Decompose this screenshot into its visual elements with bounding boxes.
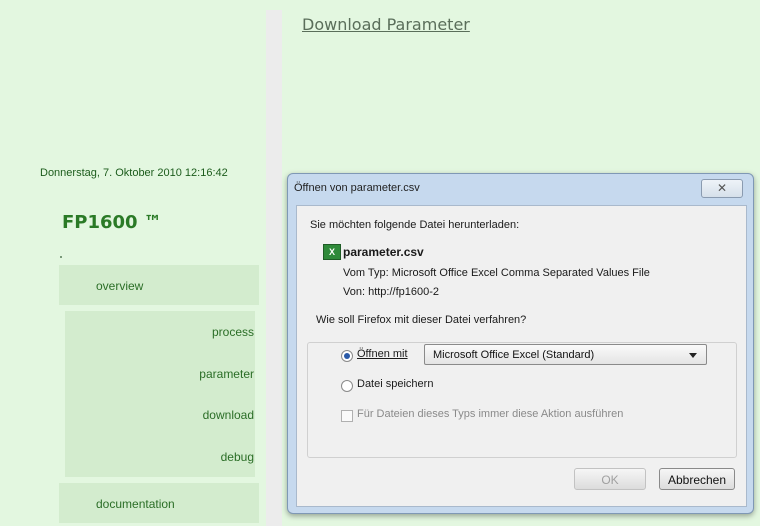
nav-item-parameter[interactable]: parameter [199, 367, 254, 381]
file-name: parameter.csv [343, 245, 424, 259]
file-source: Von: http://fp1600-2 [343, 286, 440, 298]
panel-divider [266, 10, 282, 526]
open-with-value: Microsoft Office Excel (Standard) [433, 349, 595, 361]
always-action-label[interactable]: Für Dateien dieses Typs immer diese Akti… [357, 408, 623, 420]
nav-item-download[interactable]: download [203, 408, 254, 422]
chevron-down-icon [689, 353, 697, 358]
nav-item-process[interactable]: process [212, 325, 254, 339]
nav-item-documentation[interactable]: documentation [96, 497, 175, 511]
dialog-title: Öffnen von parameter.csv [294, 182, 420, 194]
excel-file-icon: X [323, 244, 341, 260]
always-action-checkbox[interactable] [341, 410, 353, 422]
dialog-body: Sie möchten folgende Datei herunterladen… [296, 205, 747, 507]
download-parameter-link[interactable]: Download Parameter [302, 15, 470, 34]
download-dialog: Öffnen von parameter.csv ✕ Sie möchten f… [287, 173, 754, 514]
ok-button[interactable]: OK [574, 468, 646, 490]
cancel-button[interactable]: Abbrechen [659, 468, 735, 490]
separator-dot [60, 256, 62, 258]
close-icon[interactable]: ✕ [701, 179, 743, 198]
download-prompt: Sie möchten folgende Datei herunterladen… [310, 219, 520, 231]
save-file-label[interactable]: Datei speichern [357, 378, 433, 390]
file-type: Vom Typ: Microsoft Office Excel Comma Se… [343, 267, 650, 279]
nav-item-debug[interactable]: debug [221, 450, 254, 464]
product-title: FP1600 ™ [62, 212, 162, 233]
open-with-radio[interactable] [341, 350, 353, 362]
timestamp: Donnerstag, 7. Oktober 2010 12:16:42 [40, 167, 228, 179]
action-question: Wie soll Firefox mit dieser Datei verfah… [316, 314, 527, 326]
nav-item-overview[interactable]: overview [96, 279, 143, 293]
nav-overview-box[interactable] [59, 265, 259, 305]
save-file-radio[interactable] [341, 380, 353, 392]
open-with-select[interactable]: Microsoft Office Excel (Standard) [424, 344, 707, 365]
open-with-label[interactable]: Öffnen mit [357, 348, 408, 360]
